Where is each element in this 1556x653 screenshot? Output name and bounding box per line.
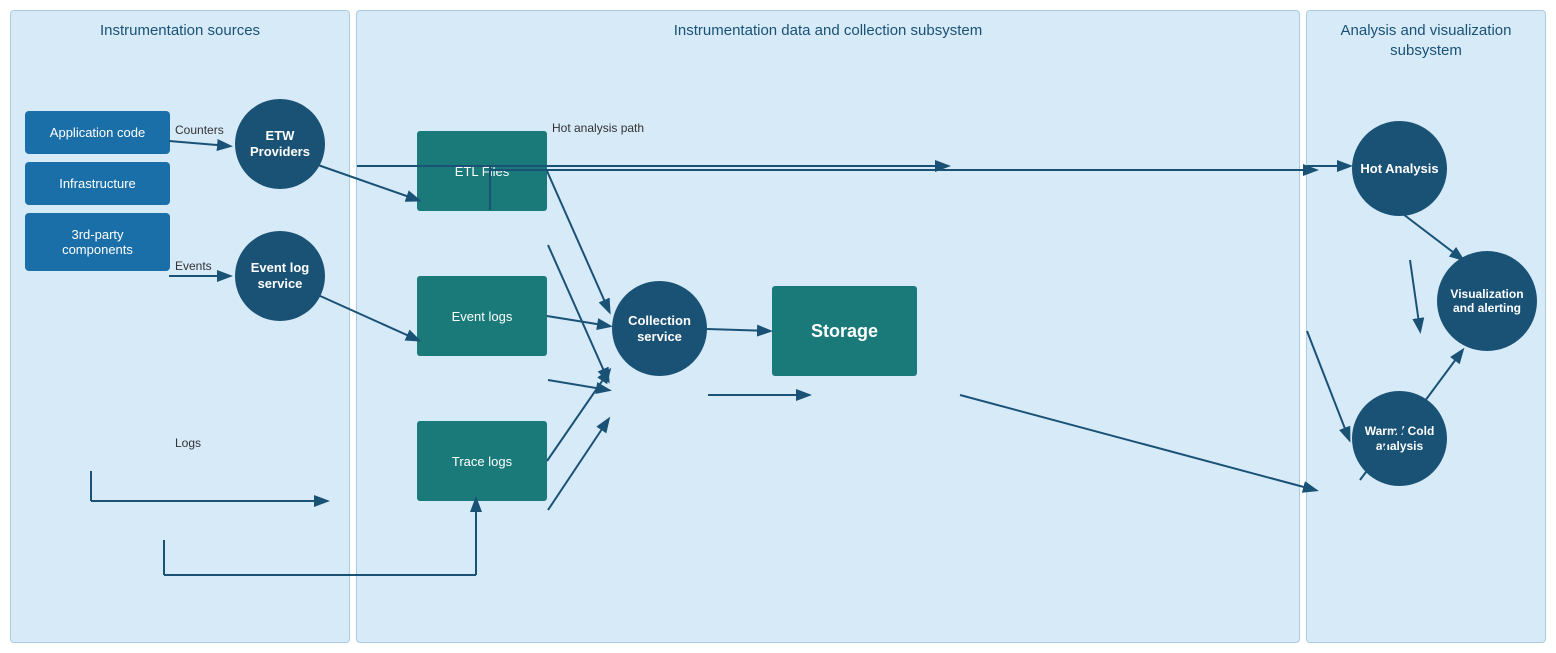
warm-cold-analysis-circle: Warm / Coldanalysis xyxy=(1352,391,1447,486)
visualization-alerting-circle: Visualizationand alerting xyxy=(1437,251,1537,351)
storage-box: Storage xyxy=(772,286,917,376)
middle-panel-title: Instrumentation data and collection subs… xyxy=(367,21,1289,41)
event-logs-box: Event logs xyxy=(417,276,547,356)
etw-providers-circle: ETWProviders xyxy=(235,99,325,189)
right-panel-title: Analysis and visualizationsubsystem xyxy=(1317,21,1535,60)
source-boxes-group: Application code Infrastructure 3rd-part… xyxy=(25,111,170,271)
counters-label: Counters xyxy=(175,123,224,137)
panel-analysis-visualization: Analysis and visualizationsubsystem Hot … xyxy=(1306,10,1546,643)
event-log-service-circle: Event logservice xyxy=(235,231,325,321)
trace-logs-box: Trace logs xyxy=(417,421,547,501)
source-box-infrastructure: Infrastructure xyxy=(25,162,170,205)
logs-label: Logs xyxy=(175,436,201,450)
source-box-3rd-party: 3rd-party components xyxy=(25,213,170,271)
etl-files-box: ETL Files xyxy=(417,131,547,211)
panel-instrumentation-sources: Instrumentation sources Application code… xyxy=(10,10,350,643)
panel-instrumentation-data: Instrumentation data and collection subs… xyxy=(356,10,1300,643)
hot-analysis-circle: Hot Analysis xyxy=(1352,121,1447,216)
hot-analysis-path-label: Hot analysis path xyxy=(552,121,644,135)
events-label: Events xyxy=(175,259,212,273)
left-panel-title: Instrumentation sources xyxy=(21,21,339,41)
collection-service-circle: Collectionservice xyxy=(612,281,707,376)
storage-label: Storage xyxy=(811,321,878,342)
source-box-app-code: Application code xyxy=(25,111,170,154)
diagram-container: Instrumentation sources Application code… xyxy=(0,0,1556,653)
